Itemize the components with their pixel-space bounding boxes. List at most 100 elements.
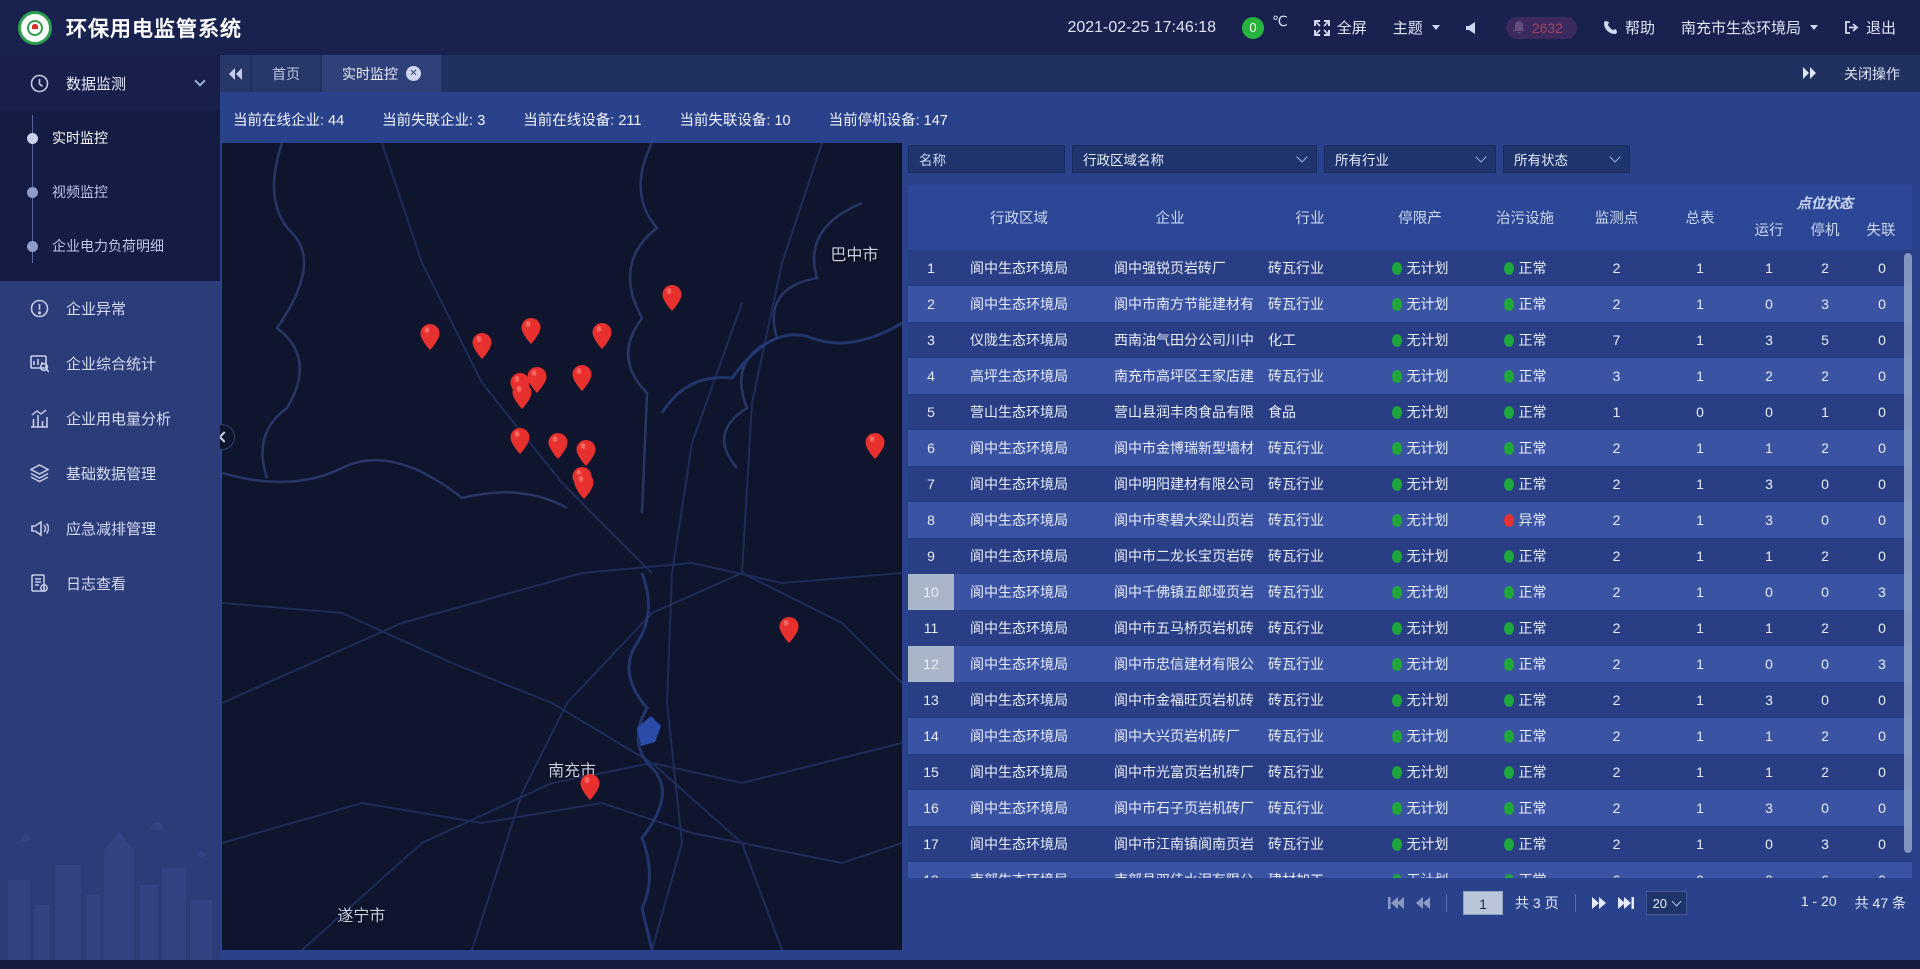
org-dropdown[interactable]: 南充市生态环境局 [1681, 17, 1818, 38]
map-marker-icon[interactable] [510, 428, 529, 459]
sidebar-item-3[interactable]: 企业用电量分析 [0, 391, 220, 446]
table-row[interactable]: 18南部生态环境局南部县双佳水泥有限公建材加工无计划正常60060 [908, 862, 1912, 878]
sidebar-item-1[interactable]: 企业异常 [0, 281, 220, 336]
region-filter-select[interactable]: 行政区域名称 [1072, 145, 1317, 173]
map-marker-icon[interactable] [572, 365, 591, 396]
column-header-1[interactable]: 企业 [1084, 185, 1256, 250]
point-sub-header-2[interactable]: 失联 [1853, 213, 1909, 247]
sidebar-item-label: 企业异常 [66, 298, 126, 319]
column-header-0[interactable]: 行政区域 [954, 185, 1084, 250]
sidebar-subitem-0-0[interactable]: 实时监控 [0, 111, 220, 165]
column-header-2[interactable]: 行业 [1256, 185, 1364, 250]
sidebar-item-0[interactable]: 数据监测 [0, 55, 220, 111]
table-row[interactable]: 10阆中生态环境局阆中千佛镇五郎垭页岩砖瓦行业无计划正常21003 [908, 574, 1912, 610]
table-row[interactable]: 7阆中生态环境局阆中明阳建材有限公司砖瓦行业无计划正常21300 [908, 466, 1912, 502]
next-page-button[interactable] [1592, 897, 1606, 909]
table-row[interactable]: 15阆中生态环境局阆中市光富页岩机砖厂砖瓦行业无计划正常21120 [908, 754, 1912, 790]
sidebar-item-label: 数据监测 [66, 73, 126, 94]
map-marker-icon[interactable] [574, 473, 593, 504]
map-marker-icon[interactable] [576, 440, 595, 471]
table-row[interactable]: 12阆中生态环境局阆中市忠信建材有限公砖瓦行业无计划正常21003 [908, 646, 1912, 682]
cell-total-meter: 1 [1659, 538, 1741, 574]
point-sub-header-1[interactable]: 停机 [1797, 213, 1853, 247]
name-filter-input[interactable]: 名称 [908, 145, 1065, 173]
table-row[interactable]: 9阆中生态环境局阆中市二龙长宝页岩砖砖瓦行业无计划正常21120 [908, 538, 1912, 574]
theme-dropdown[interactable]: 主题 [1393, 17, 1440, 38]
table-row[interactable]: 6阆中生态环境局阆中市金博瑞新型墙材砖瓦行业无计划正常21120 [908, 430, 1912, 466]
fullscreen-button[interactable]: 全屏 [1314, 17, 1367, 38]
table-row[interactable]: 14阆中生态环境局阆中大兴页岩机砖厂砖瓦行业无计划正常21120 [908, 718, 1912, 754]
table-row[interactable]: 8阆中生态环境局阆中市枣碧大梁山页岩砖瓦行业无计划异常21300 [908, 502, 1912, 538]
mute-button[interactable] [1466, 21, 1480, 35]
table-row[interactable]: 1阆中生态环境局阆中强锐页岩砖厂砖瓦行业无计划正常21120 [908, 250, 1912, 286]
page-size-select[interactable]: 20 [1646, 891, 1687, 915]
table-row[interactable]: 16阆中生态环境局阆中市石子页岩机砖厂砖瓦行业无计划正常21300 [908, 790, 1912, 826]
sidebar-item-5[interactable]: 应急减排管理 [0, 501, 220, 556]
status-dot-icon [1504, 658, 1514, 671]
prev-page-button[interactable] [1416, 897, 1430, 909]
cell-limit-status: 无计划 [1364, 286, 1476, 322]
close-operations-button[interactable]: 关闭操作 [1844, 64, 1900, 84]
point-sub-header-0[interactable]: 运行 [1741, 213, 1797, 247]
cell-facility-status: 正常 [1476, 286, 1574, 322]
tabs-scroll-left-button[interactable] [220, 55, 250, 92]
row-index: 10 [908, 574, 954, 610]
status-filter-select[interactable]: 所有状态 [1503, 145, 1630, 173]
cell-stop-count: 3 [1797, 826, 1853, 862]
cell-limit-status: 无计划 [1364, 754, 1476, 790]
map-panel[interactable]: 巴中市南充市遂宁市 [222, 143, 902, 950]
first-page-button[interactable] [1388, 897, 1404, 909]
stat-value: 211 [618, 113, 641, 129]
table-scrollbar[interactable] [1904, 253, 1912, 853]
map-marker-icon[interactable] [780, 617, 799, 648]
tab-0[interactable]: 首页 [252, 55, 320, 92]
cell-industry: 砖瓦行业 [1256, 538, 1364, 574]
stats-board-icon [28, 354, 50, 373]
close-icon[interactable]: ✕ [406, 66, 421, 81]
map-marker-icon[interactable] [548, 433, 567, 464]
map-marker-icon[interactable] [865, 433, 884, 464]
sidebar-subitem-label: 视频监控 [52, 182, 108, 202]
column-header-6[interactable]: 总表 [1659, 185, 1741, 250]
sidebar-subitem-0-1[interactable]: 视频监控 [0, 165, 220, 219]
column-header-3[interactable]: 停限产 [1364, 185, 1476, 250]
table-row[interactable]: 5营山生态环境局营山县润丰肉食品有限食品无计划正常10010 [908, 394, 1912, 430]
cell-region: 阆中生态环境局 [954, 574, 1084, 610]
cell-run-count: 0 [1741, 826, 1797, 862]
page-number-input[interactable]: 1 [1463, 891, 1503, 915]
map-marker-icon[interactable] [421, 324, 440, 355]
help-button[interactable]: 帮助 [1603, 17, 1655, 38]
table-row[interactable]: 13阆中生态环境局阆中市金福旺页岩机砖砖瓦行业无计划正常21300 [908, 682, 1912, 718]
sidebar-subitem-0-2[interactable]: 企业电力负荷明细 [0, 219, 220, 273]
cell-region: 阆中生态环境局 [954, 538, 1084, 574]
sidebar-item-4[interactable]: 基础数据管理 [0, 446, 220, 501]
table-row[interactable]: 17阆中生态环境局阆中市江南镇阆南页岩砖瓦行业无计划正常21030 [908, 826, 1912, 862]
table-row[interactable]: 11阆中生态环境局阆中市五马桥页岩机砖砖瓦行业无计划正常21120 [908, 610, 1912, 646]
footer-strip [0, 960, 1920, 969]
last-page-button[interactable] [1618, 897, 1634, 909]
sidebar-item-2[interactable]: 企业综合统计 [0, 336, 220, 391]
tab-1[interactable]: 实时监控✕ [322, 55, 441, 92]
row-index: 12 [908, 646, 954, 682]
map-marker-icon[interactable] [472, 333, 491, 364]
column-header-4[interactable]: 治污设施 [1476, 185, 1574, 250]
cell-industry: 砖瓦行业 [1256, 286, 1364, 322]
status-dot-icon [1504, 550, 1514, 563]
table-row[interactable]: 3仪陇生态环境局西南油气田分公司川中化工无计划正常71350 [908, 322, 1912, 358]
map-marker-icon[interactable] [663, 285, 682, 316]
column-header-5[interactable]: 监测点 [1574, 185, 1659, 250]
tabs-scroll-right-button[interactable] [1803, 66, 1816, 82]
cell-run-count: 3 [1741, 322, 1797, 358]
map-marker-icon[interactable] [522, 318, 541, 349]
notification-badge[interactable]: 2632 [1506, 17, 1577, 39]
table-row[interactable]: 4高坪生态环境局南充市高坪区王家店建砖瓦行业无计划正常31220 [908, 358, 1912, 394]
cell-company: 营山县润丰肉食品有限 [1084, 394, 1256, 430]
map-marker-icon[interactable] [593, 323, 612, 354]
table-row[interactable]: 2阆中生态环境局阆中市南方节能建材有砖瓦行业无计划正常21030 [908, 286, 1912, 322]
cell-stop-count: 2 [1797, 430, 1853, 466]
industry-filter-select[interactable]: 所有行业 [1324, 145, 1496, 173]
logout-button[interactable]: 退出 [1844, 17, 1896, 38]
map-marker-icon[interactable] [512, 383, 531, 414]
map-marker-icon[interactable] [580, 774, 599, 805]
sidebar-item-6[interactable]: 日志查看 [0, 556, 220, 611]
